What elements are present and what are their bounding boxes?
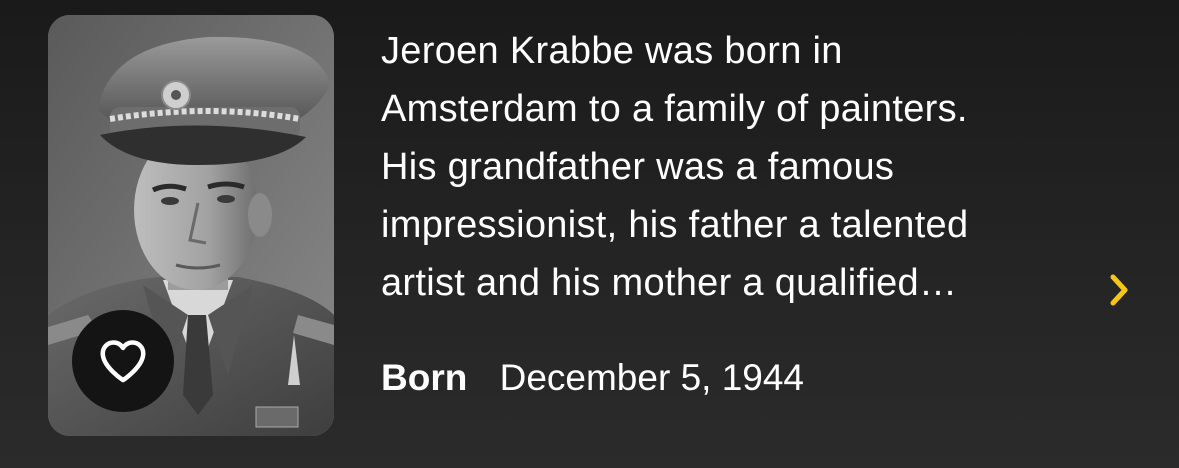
bio-line: His grandfather was a famous — [381, 146, 895, 188]
favorite-button[interactable] — [72, 310, 174, 412]
chevron-right-icon — [1110, 274, 1128, 306]
bio-text[interactable]: Jeroen Krabbe was born in Amsterdam to a… — [381, 22, 1071, 312]
bio-line: Jeroen Krabbe was born in — [381, 30, 843, 72]
bio-line: impressionist, his father a talented — [381, 204, 969, 246]
bio-line: Amsterdam to a family of painters. — [381, 88, 968, 130]
born-row: Born December 5, 1944 — [381, 352, 804, 404]
heart-outline-icon — [100, 340, 146, 383]
born-label: Born — [381, 357, 468, 398]
person-bio-card[interactable]: Jeroen Krabbe was born in Amsterdam to a… — [0, 0, 1179, 468]
bio-line: artist and his mother a qualified… — [381, 262, 958, 304]
born-date: December 5, 1944 — [499, 357, 805, 398]
more-details-button[interactable] — [1100, 266, 1140, 314]
